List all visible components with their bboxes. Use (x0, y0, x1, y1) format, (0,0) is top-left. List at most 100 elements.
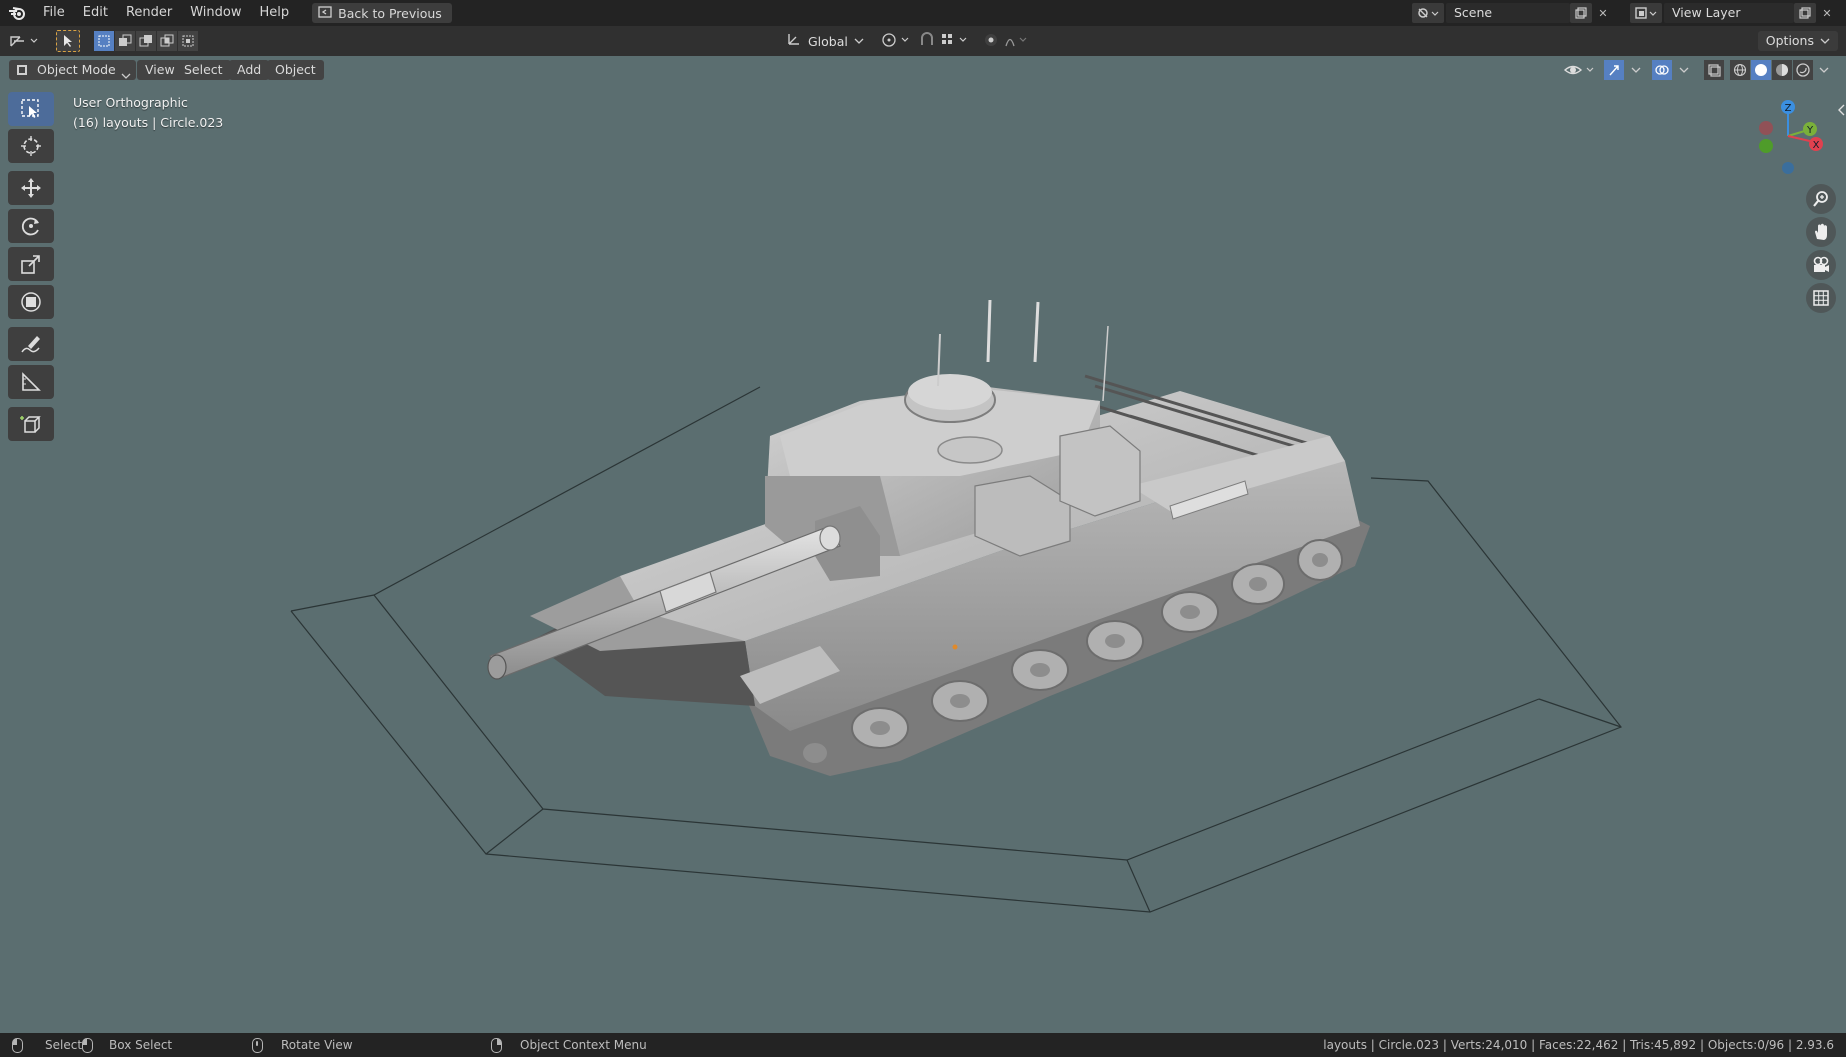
editor-type-icon[interactable] (8, 31, 44, 51)
status-rotate-view-label: Rotate View (281, 1038, 353, 1052)
blender-logo-icon[interactable] (0, 0, 34, 26)
wireframe-shading-icon[interactable] (1730, 60, 1750, 80)
scene-browse-button[interactable] (1412, 3, 1444, 23)
orientation-value: Global (808, 33, 848, 49)
back-to-previous-button[interactable]: Back to Previous (312, 3, 452, 23)
menu-render[interactable]: Render (117, 0, 181, 26)
gizmo-toggle[interactable] (1604, 60, 1648, 80)
object-mode-dropdown[interactable]: Object Mode (9, 60, 136, 80)
gizmo-neg-y-axis[interactable] (1759, 139, 1773, 153)
status-select-label: Select (45, 1038, 83, 1052)
cursor-icon[interactable] (8, 129, 54, 163)
view-layer-name-field[interactable]: View Layer (1664, 3, 1794, 23)
gizmo-x-label: X (1813, 140, 1820, 151)
tweak-tool-icon[interactable] (56, 30, 80, 52)
rendered-shading-icon[interactable] (1793, 60, 1813, 80)
status-box-select-label: Box Select (109, 1038, 173, 1052)
object-mode-label: Object Mode (37, 62, 116, 77)
gizmo-z-label: Z (1785, 103, 1792, 114)
back-to-previous-label: Back to Previous (338, 5, 442, 21)
snap-toggle-icon[interactable] (918, 31, 972, 49)
sidebar-toggle-icon[interactable] (1836, 102, 1846, 118)
overlays-icon[interactable] (1652, 60, 1672, 80)
scene-selector: Scene ✕ (1412, 3, 1614, 23)
3d-viewport[interactable]: Object Mode View Select Add Object User … (0, 56, 1846, 1033)
chevron-down-icon[interactable] (1674, 60, 1694, 80)
annotate-icon[interactable] (8, 327, 54, 361)
move-icon[interactable] (8, 171, 54, 205)
chevron-down-icon[interactable] (1626, 60, 1646, 80)
status-rotate-view: Rotate View (252, 1033, 353, 1057)
status-context-menu: Object Context Menu (491, 1033, 647, 1057)
mouse-right-icon (491, 1037, 502, 1053)
transform-icon[interactable] (8, 285, 54, 319)
gizmo-neg-x-axis[interactable] (1759, 121, 1773, 135)
zoom-icon[interactable] (1806, 184, 1836, 214)
status-bar: Select Box Select Rotate View Object Con… (0, 1033, 1846, 1057)
select-box-icon[interactable] (8, 92, 54, 126)
select-invert-icon[interactable] (178, 31, 198, 51)
shading-mode-group (1730, 60, 1834, 80)
new-view-layer-icon[interactable] (1794, 3, 1816, 23)
select-intersect-icon[interactable] (157, 31, 177, 51)
transform-orientation-dropdown[interactable]: Global (786, 31, 864, 51)
measure-icon[interactable] (8, 365, 54, 399)
menu-window[interactable]: Window (181, 0, 250, 26)
overlays-toggle[interactable] (1652, 60, 1696, 80)
scale-icon[interactable] (8, 247, 54, 281)
xray-toggle-icon[interactable] (1704, 60, 1724, 80)
view-layer-selector: View Layer ✕ (1630, 3, 1838, 23)
object-origin-dot (952, 644, 958, 650)
chevron-down-icon (1820, 38, 1830, 44)
top-bar: File Edit Render Window Help Back to Pre… (0, 0, 1846, 26)
select-extend-icon[interactable] (115, 31, 135, 51)
solid-shading-icon[interactable] (1751, 60, 1771, 80)
camera-icon[interactable] (1806, 250, 1836, 280)
pivot-point-dropdown[interactable] (880, 31, 914, 49)
grid-icon[interactable] (1806, 283, 1836, 313)
gizmo-y-label: Y (1806, 125, 1814, 136)
material-preview-icon[interactable] (1772, 60, 1792, 80)
visibility-dropdown[interactable] (1562, 60, 1598, 80)
selection-mode-group (94, 31, 198, 51)
object-mode-icon (15, 63, 29, 83)
view-name-label: User Orthographic (73, 95, 188, 110)
scene-statistics: layouts | Circle.023 | Verts:24,010 | Fa… (1323, 1038, 1834, 1052)
status-select: Select (12, 1033, 82, 1057)
menu-help[interactable]: Help (251, 0, 299, 26)
menu-file[interactable]: File (34, 0, 74, 26)
status-context-menu-label: Object Context Menu (520, 1038, 647, 1052)
select-new-icon[interactable] (94, 31, 114, 51)
navigation-gizmo[interactable]: Z Y X (1748, 92, 1828, 182)
select-menu[interactable]: Select (176, 60, 231, 80)
add-menu[interactable]: Add (229, 60, 270, 80)
chevron-down-icon[interactable] (1814, 60, 1834, 80)
status-box-select: Box Select (82, 1033, 172, 1057)
add-cube-icon[interactable] (8, 407, 54, 441)
scene-name-field[interactable]: Scene (1446, 3, 1570, 23)
view-layer-browse-button[interactable] (1630, 3, 1662, 23)
menu-edit[interactable]: Edit (74, 0, 117, 26)
gizmo-icon[interactable] (1604, 60, 1624, 80)
gizmo-neg-z-axis[interactable] (1782, 162, 1794, 174)
options-dropdown[interactable]: Options (1757, 31, 1838, 51)
pan-hand-icon[interactable] (1806, 217, 1836, 247)
options-label: Options (1765, 33, 1814, 48)
remove-view-layer-icon[interactable]: ✕ (1816, 3, 1838, 23)
new-scene-icon[interactable] (1570, 3, 1592, 23)
chevron-down-icon (121, 66, 131, 86)
back-icon (318, 5, 332, 21)
proportional-editing-icon[interactable] (982, 31, 1032, 53)
select-subtract-icon[interactable] (136, 31, 156, 51)
mouse-left-icon (12, 1037, 23, 1053)
orientation-icon (786, 31, 802, 51)
tank-model[interactable] (487, 299, 1370, 776)
tool-header: Global Options (0, 26, 1846, 56)
rotate-icon[interactable] (8, 209, 54, 243)
object-menu[interactable]: Object (267, 60, 324, 80)
mouse-left-drag-icon (82, 1037, 93, 1053)
remove-scene-icon[interactable]: ✕ (1592, 3, 1614, 23)
chevron-down-icon (854, 34, 864, 49)
mouse-middle-icon (252, 1037, 263, 1053)
scene-render (290, 299, 1622, 913)
